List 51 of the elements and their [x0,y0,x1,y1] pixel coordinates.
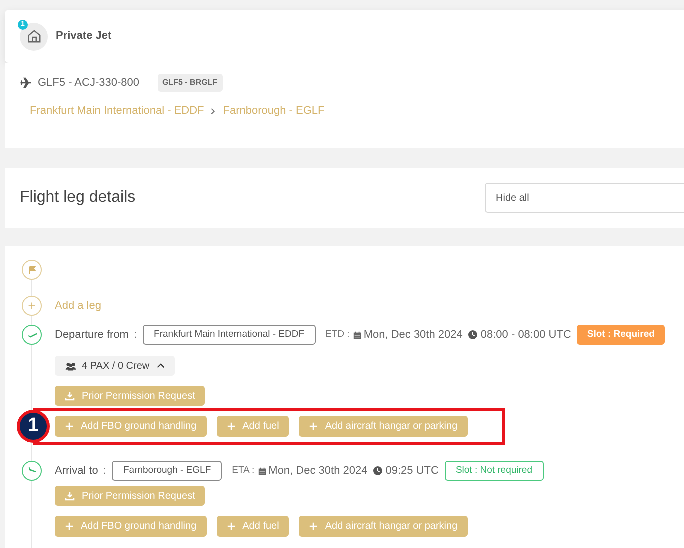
plane-icon [20,77,32,89]
plus-icon [65,522,74,531]
chevron-right-icon [210,108,218,115]
people-icon [65,362,77,370]
aircraft-name: GLF5 - ACJ-330-800 [38,76,140,91]
home-icon [26,29,42,44]
colon-separator: : [103,464,106,479]
add-service-button[interactable]: Add FBO ground handling [55,416,207,437]
time-label: ETD : [326,328,350,342]
add-service-button[interactable]: Add aircraft hangar or parking [299,516,468,537]
section-title: Flight leg details [20,188,136,208]
add-leg-icon [22,296,42,316]
plus-icon [309,422,318,431]
page-title: Private Jet [56,29,112,44]
route-link[interactable]: Frankfurt Main International - EDDF [30,103,204,120]
hide-select[interactable]: Hide all [485,183,684,213]
calendar-icon [352,330,362,340]
calendar-icon [258,466,267,476]
download-icon [65,491,75,501]
download-icon [65,391,75,401]
add-service-button[interactable]: Add fuel [216,516,290,537]
ppr-button[interactable]: Prior Permission Request [55,486,206,506]
flag-icon [22,260,42,280]
date-text: Mon, Dec 30th 2024 [364,328,463,343]
clock-icon [468,330,478,340]
time-text: 09:25 UTC [386,464,439,479]
clock-icon [372,466,383,476]
add-service-button[interactable]: Add aircraft hangar or parking [299,416,468,437]
stop-label: Departure from [55,328,129,343]
slot-badge: Slot : Not required [444,461,544,481]
plus-icon [226,422,236,431]
route-link[interactable]: Farnborough - EGLF [223,103,325,120]
plus-icon [65,422,74,431]
airport-field[interactable]: Frankfurt Main International - EDDF [143,325,316,345]
colon-separator: : [134,328,138,343]
airport-field[interactable]: Farnborough - EGLF [112,461,222,481]
add-service-button[interactable]: Add fuel [216,416,290,437]
date-text: Mon, Dec 30th 2024 [268,464,368,479]
stop-label: Arrival to [55,464,98,479]
step-marker: 1 [17,410,50,443]
aircraft-tag: GLF5 - BRGLF [158,74,223,92]
time-text: 08:00 - 08:00 UTC [480,328,572,343]
time-label: ETA : [232,464,255,478]
plus-icon [309,522,318,531]
slot-badge: Slot : Required [577,325,665,345]
plus-icon [226,522,236,531]
add-leg-link[interactable]: Add a leg [55,298,102,314]
add-service-button[interactable]: Add FBO ground handling [55,516,207,537]
chevron-up-icon [156,362,165,370]
pax-toggle[interactable]: 4 PAX / 0 Crew [55,356,175,376]
ppr-button[interactable]: Prior Permission Request [55,386,206,406]
